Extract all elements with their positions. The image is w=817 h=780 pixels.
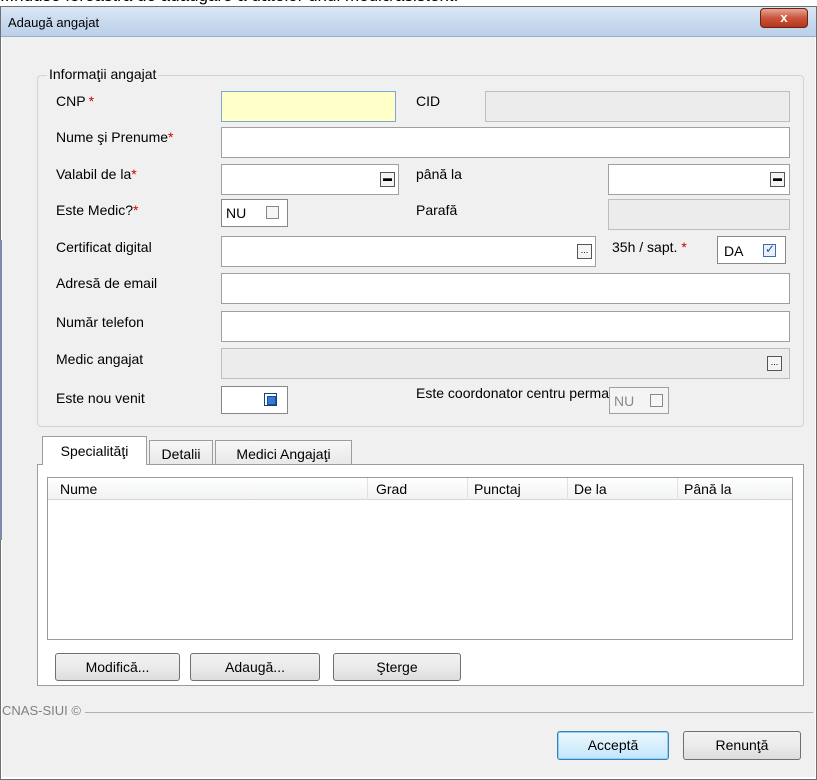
employed-doctor-label: Medic angajat	[56, 351, 144, 367]
add-button[interactable]: Adaugă...	[190, 653, 320, 681]
valid-from-label: Valabil de la*	[56, 166, 137, 182]
hours-toggle[interactable]: DA	[717, 236, 786, 264]
close-icon: x	[780, 10, 788, 25]
delete-button[interactable]: Şterge	[333, 653, 461, 681]
is-doctor-checkbox[interactable]	[266, 206, 279, 219]
phone-input[interactable]	[221, 311, 790, 342]
required-marker: *	[131, 166, 137, 182]
accept-button[interactable]: Acceptă	[557, 731, 669, 760]
window-edge	[0, 240, 2, 540]
footer-divider	[65, 712, 813, 713]
employee-info-legend: Informaţii angajat	[47, 66, 159, 82]
parafa-input	[608, 199, 790, 230]
is-doctor-value: NU	[226, 205, 247, 221]
required-marker: *	[168, 129, 174, 145]
window-title: Adaugă angajat	[8, 15, 100, 30]
new-employee-checkbox[interactable]	[264, 393, 277, 406]
column-header-score[interactable]: Punctaj	[468, 478, 568, 500]
coordinator-value: NU	[614, 393, 635, 409]
is-doctor-toggle[interactable]: NU	[221, 199, 288, 227]
coordinator-toggle[interactable]: NU	[609, 387, 669, 414]
parafa-label: Parafă	[416, 202, 458, 218]
name-label: Nume şi Prenume*	[56, 129, 174, 145]
footer-brand: CNAS-SIUI ©	[2, 703, 85, 718]
browse-button[interactable]: ...	[577, 244, 592, 259]
column-header-to[interactable]: Până la	[678, 478, 792, 500]
cancel-button[interactable]: Renunţă	[683, 731, 801, 760]
is-doctor-label: Este Medic?*	[56, 202, 139, 218]
specialities-grid[interactable]	[47, 477, 793, 640]
tab-specialities[interactable]: Specialităţi	[42, 436, 147, 467]
calendar-icon[interactable]: ▬	[770, 172, 785, 187]
close-button[interactable]: x	[760, 8, 808, 28]
column-header-grade[interactable]: Grad	[370, 478, 468, 500]
browse-button[interactable]: ...	[767, 356, 782, 371]
email-label: Adresă de email	[56, 275, 158, 291]
hours-value: DA	[724, 243, 744, 259]
calendar-icon[interactable]: ▬	[380, 172, 395, 187]
title-bar[interactable]	[1, 7, 816, 37]
phone-label: Număr telefon	[56, 314, 144, 330]
certificate-label: Certificat digital	[56, 239, 152, 255]
employed-doctor-input	[221, 348, 790, 379]
email-input[interactable]	[221, 273, 790, 304]
hours-label: 35h / sapt. *	[612, 239, 687, 255]
hours-checkbox[interactable]	[763, 242, 776, 257]
column-header-from[interactable]: De la	[568, 478, 678, 500]
coordinator-checkbox[interactable]	[650, 394, 663, 407]
new-employee-label: Este nou venit	[56, 390, 145, 406]
required-marker: *	[133, 202, 139, 218]
valid-to-label: până la	[416, 166, 462, 182]
valid-to-date-input[interactable]	[608, 164, 790, 195]
certificate-input[interactable]	[221, 236, 596, 267]
new-employee-toggle[interactable]	[221, 386, 288, 414]
required-marker: *	[681, 239, 687, 255]
required-marker: *	[88, 93, 95, 109]
column-header-name[interactable]: Nume	[54, 478, 368, 500]
cnp-input[interactable]	[221, 91, 396, 122]
valid-from-date-input[interactable]	[221, 164, 399, 195]
modify-button[interactable]: Modifică...	[55, 653, 180, 681]
active-tab-joint	[43, 464, 146, 466]
cnp-label: CNP *	[56, 93, 95, 109]
cid-label: CID	[416, 93, 441, 109]
cid-input	[485, 91, 790, 122]
name-input[interactable]	[221, 127, 790, 158]
